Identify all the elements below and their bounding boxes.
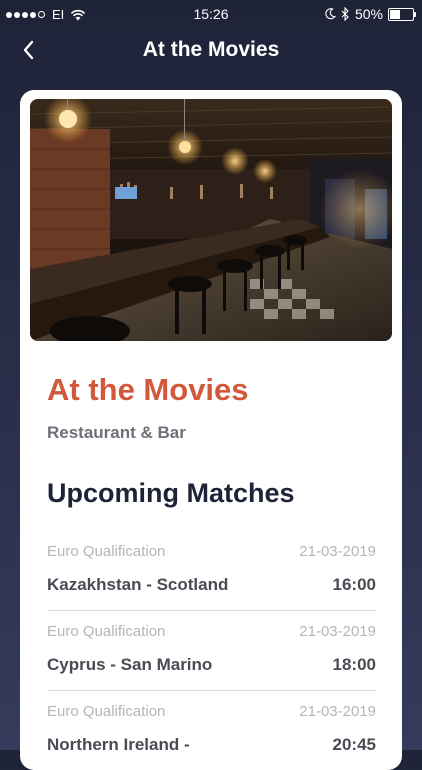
match-item[interactable]: Euro Qualification 21-03-2019 Kazakhstan… — [47, 531, 376, 611]
upcoming-matches-title: Upcoming Matches — [47, 478, 295, 508]
venue-name: At the Movies — [47, 372, 249, 407]
match-item[interactable]: Euro Qualification 21-03-2019 Cyprus - S… — [47, 611, 376, 691]
match-date: 21-03-2019 — [299, 543, 376, 560]
venue-photo — [30, 99, 392, 341]
venue-type: Restaurant & Bar — [47, 423, 186, 442]
bluetooth-icon — [341, 7, 349, 21]
match-teams: Northern Ireland - — [47, 735, 190, 754]
match-item[interactable]: Euro Qualification 21-03-2019 Northern I… — [47, 691, 376, 770]
match-competition: Euro Qualification — [47, 543, 166, 560]
navigation-bar: At the Movies — [0, 30, 422, 74]
match-teams: Kazakhstan - Scotland — [47, 575, 229, 594]
match-time: 18:00 — [332, 655, 376, 674]
match-competition: Euro Qualification — [47, 623, 166, 640]
status-right: 50% — [324, 6, 416, 22]
page-title: At the Movies — [142, 38, 280, 61]
match-date: 21-03-2019 — [299, 703, 376, 720]
battery-percent: 50% — [354, 6, 383, 22]
match-teams: Cyprus - San Marino — [47, 655, 213, 674]
status-bar: EI 15:26 50% — [0, 0, 422, 30]
moon-icon — [325, 8, 336, 20]
match-time: 20:45 — [332, 735, 376, 754]
venue-card: At the Movies Restaurant & Bar Upcoming … — [20, 90, 402, 770]
match-date: 21-03-2019 — [299, 623, 376, 640]
match-competition: Euro Qualification — [47, 703, 166, 720]
match-time: 16:00 — [332, 575, 376, 594]
battery-icon — [388, 7, 416, 21]
battery-fill — [390, 9, 400, 19]
